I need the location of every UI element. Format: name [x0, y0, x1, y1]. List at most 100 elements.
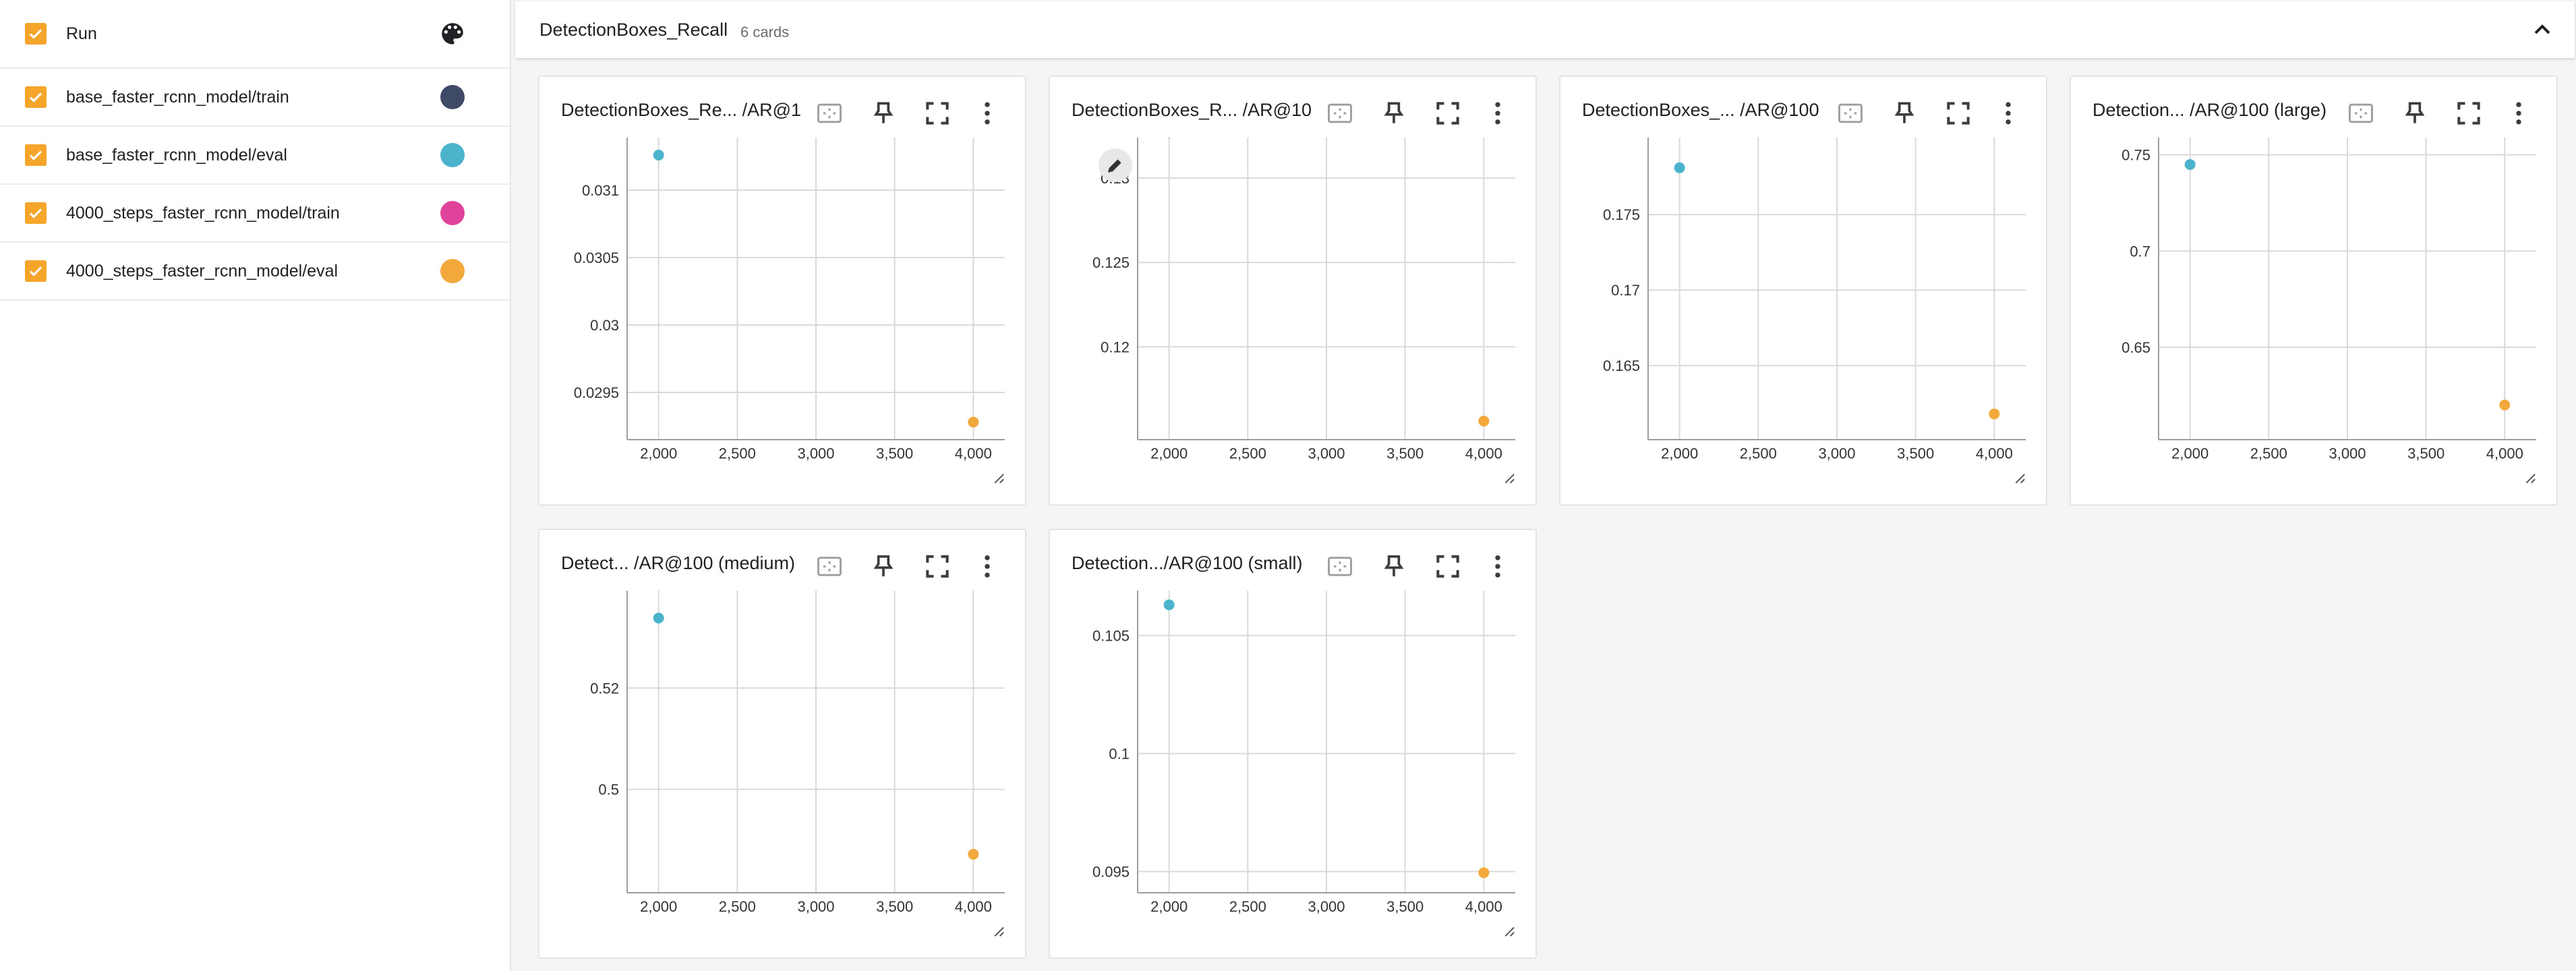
pin-icon[interactable]: [1379, 552, 1409, 581]
run-row[interactable]: 4000_steps_faster_rcnn_model/eval: [0, 243, 510, 301]
x-tick-label: 3,500: [876, 445, 913, 462]
main-content: DetectionBoxes_Recall 6 cards DetectionB…: [514, 0, 2576, 971]
x-tick-label: 2,000: [640, 445, 677, 462]
fullscreen-icon[interactable]: [1433, 98, 1463, 128]
scalar-card[interactable]: DetectionBoxes_... /AR@100 2,000 2,500 3,00…: [1559, 76, 2047, 506]
x-tick-label: 3,500: [2407, 445, 2445, 462]
fullscreen-icon[interactable]: [1433, 552, 1463, 581]
scalar-card[interactable]: Detection... /AR@100 (large) 2,000 2,500 3,…: [2070, 76, 2558, 506]
scalar-chart: 2,000 2,500 3,000 3,500 4,000 0.095 0.1 0.105: [1092, 591, 1515, 915]
x-tick-label: 3,000: [2329, 445, 2366, 462]
run-color-swatch[interactable]: [440, 85, 465, 109]
y-tick-label: 0.0305: [574, 249, 619, 266]
scalar-chart: 2,000 2,500 3,000 3,500 4,000 0.0295 0.03 0.030…: [574, 138, 1005, 462]
resize-handle-icon[interactable]: [1500, 469, 1515, 484]
y-tick-label: 0.7: [2130, 243, 2150, 260]
y-tick-label: 0.52: [590, 680, 619, 697]
more-vert-icon[interactable]: [972, 552, 1002, 581]
checkmark-icon: [29, 92, 42, 102]
y-tick-label: 0.5: [598, 782, 619, 798]
group-card-count: 6 cards: [740, 24, 790, 40]
x-tick-label: 4,000: [955, 898, 992, 915]
data-point: [653, 612, 664, 624]
scalar-card[interactable]: DetectionBoxes_R... /AR@10 2,000 2,500 3,00…: [1049, 76, 1537, 506]
resize-handle-icon[interactable]: [990, 469, 1005, 484]
run-row[interactable]: base_faster_rcnn_model/eval: [0, 127, 510, 185]
scalar-card[interactable]: Detection.../AR@100 (small) 2,000 2,500 3,0…: [1049, 529, 1537, 959]
x-tick-label: 3,500: [1386, 445, 1424, 462]
scalar-card[interactable]: Detect... /AR@100 (medium) 2,000 2,500 3,00…: [538, 529, 1026, 959]
y-tick-label: 0.1: [1109, 746, 1130, 763]
x-tick-label: 4,000: [955, 445, 992, 462]
fullscreen-icon[interactable]: [923, 98, 952, 128]
run-row[interactable]: base_faster_rcnn_model/train: [0, 69, 510, 127]
pin-icon[interactable]: [869, 98, 898, 128]
pin-icon[interactable]: [869, 552, 898, 581]
run-label: 4000_steps_faster_rcnn_model/train: [66, 203, 340, 223]
x-tick-label: 4,000: [1465, 898, 1502, 915]
edit-pencil-icon[interactable]: [1099, 148, 1132, 182]
scalar-card[interactable]: DetectionBoxes_Re... /AR@1 2,000 2,500 3,00…: [538, 76, 1026, 506]
select-all-checkbox[interactable]: [25, 23, 47, 45]
fit-domain-icon[interactable]: [2346, 98, 2376, 128]
run-row[interactable]: 4000_steps_faster_rcnn_model/train: [0, 185, 510, 243]
data-point: [1478, 415, 1490, 427]
run-checkbox[interactable]: [25, 202, 47, 224]
resize-handle-icon[interactable]: [990, 922, 1005, 937]
fit-domain-icon[interactable]: [1836, 98, 1865, 128]
x-tick-label: 3,000: [1308, 898, 1345, 915]
more-vert-icon[interactable]: [1483, 98, 1513, 128]
x-tick-label: 2,500: [1740, 445, 1777, 462]
y-tick-label: 0.65: [2121, 339, 2150, 356]
run-checkbox[interactable]: [25, 86, 47, 108]
fit-domain-icon[interactable]: [815, 552, 844, 581]
fit-domain-icon[interactable]: [815, 98, 844, 128]
x-tick-label: 2,500: [719, 445, 756, 462]
data-point: [1163, 599, 1175, 610]
more-vert-icon[interactable]: [1993, 98, 2023, 128]
x-tick-label: 4,000: [1465, 445, 1502, 462]
fit-domain-icon[interactable]: [1325, 98, 1355, 128]
more-vert-icon[interactable]: [972, 98, 1002, 128]
pin-icon[interactable]: [1379, 98, 1409, 128]
pin-icon[interactable]: [1890, 98, 1919, 128]
resize-handle-icon[interactable]: [2011, 469, 2026, 484]
y-tick-label: 0.031: [582, 182, 619, 199]
run-checkbox[interactable]: [25, 144, 47, 166]
run-color-swatch[interactable]: [440, 259, 465, 283]
scalar-chart: 2,000 2,500 3,000 3,500 4,000 0.65 0.7 0.75: [2121, 138, 2536, 462]
x-tick-label: 2,500: [719, 898, 756, 915]
runs-header-row: Run: [0, 0, 510, 69]
palette-icon[interactable]: [438, 20, 467, 48]
chevron-up-icon[interactable]: [2529, 16, 2556, 43]
y-tick-label: 0.175: [1603, 206, 1640, 223]
more-vert-icon[interactable]: [2504, 98, 2534, 128]
run-checkbox[interactable]: [25, 260, 47, 282]
run-color-swatch[interactable]: [440, 201, 465, 225]
data-point: [2184, 158, 2196, 170]
card-group-header[interactable]: DetectionBoxes_Recall 6 cards: [515, 1, 2575, 58]
fullscreen-icon[interactable]: [923, 552, 952, 581]
run-label: base_faster_rcnn_model/train: [66, 87, 289, 107]
fullscreen-icon[interactable]: [1943, 98, 1973, 128]
x-tick-label: 3,000: [1818, 445, 1855, 462]
resize-handle-icon[interactable]: [2521, 469, 2536, 484]
x-tick-label: 2,000: [640, 898, 677, 915]
y-tick-label: 0.12: [1101, 339, 1130, 355]
resize-handle-icon[interactable]: [1500, 922, 1515, 937]
y-tick-label: 0.0295: [574, 384, 619, 401]
x-tick-label: 4,000: [2486, 445, 2523, 462]
fit-domain-icon[interactable]: [1325, 552, 1355, 581]
x-tick-label: 3,500: [876, 898, 913, 915]
data-point: [968, 848, 979, 860]
checkmark-icon: [29, 208, 42, 218]
y-tick-label: 0.17: [1611, 282, 1640, 299]
fullscreen-icon[interactable]: [2454, 98, 2484, 128]
run-label: 4000_steps_faster_rcnn_model/eval: [66, 261, 339, 281]
data-point: [1989, 408, 2000, 419]
more-vert-icon[interactable]: [1483, 552, 1513, 581]
pin-icon[interactable]: [2400, 98, 2430, 128]
card-title: DetectionBoxes_Re... /AR@1: [561, 100, 802, 120]
data-point: [1478, 867, 1490, 879]
run-color-swatch[interactable]: [440, 143, 465, 167]
